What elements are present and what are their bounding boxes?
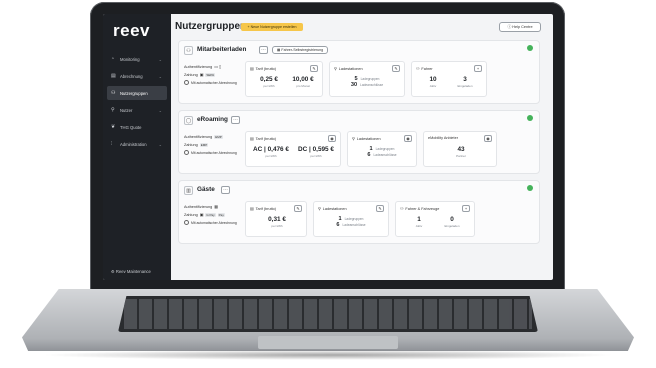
card-icon: ▭ ▯: [214, 65, 222, 69]
laptop-shadow: [40, 350, 616, 360]
add-driver-button[interactable]: +: [462, 205, 470, 212]
tarif-panel: ▤ Tarif (brutto) ◉ AC | 0,476 € per kWh DC…: [245, 131, 341, 167]
receipt-icon: ▤: [111, 73, 116, 79]
edit-stations-button[interactable]: ✎: [392, 65, 400, 72]
edit-stations-button[interactable]: ✎: [376, 205, 384, 212]
page-title: Nutzergruppen: [175, 21, 247, 32]
sidebar-item-label: Nutzer: [120, 107, 133, 113]
wallet-icon: ▣: [199, 213, 204, 217]
tarif-panel: ▤ Tarif (brutto) ✎ 0,31 € per kWh: [245, 201, 307, 237]
auto-billing-icon: [184, 220, 189, 225]
auth-info: Authentifizierung ▭ ▯ Zahlung ▣ SEPA Mit au…: [184, 65, 237, 85]
auto-billing-icon: [184, 80, 189, 85]
group-icon: ⚇: [184, 46, 193, 55]
drivers-panel: ⚇ Fahrer & Fahrzeuge + 1 Aktiv 0 Eingeladen: [395, 201, 475, 237]
payment-badge: SEPA: [205, 73, 216, 77]
status-indicator: [527, 115, 533, 121]
location-pin-icon: ⚲: [352, 137, 355, 141]
sidebar-item-monitoring[interactable]: ◔ Monitoring ⌄: [107, 52, 167, 66]
tariff-icon: ▤: [250, 67, 254, 71]
tariff-icon: ▤: [250, 207, 254, 211]
more-options-button[interactable]: …: [259, 46, 268, 54]
view-stations-button[interactable]: ◉: [404, 135, 412, 142]
edit-tarif-button[interactable]: ✎: [294, 205, 302, 212]
stations-panel: ⚲ Ladestationen ◉ 1 Ladegruppen 6 Ladeansch…: [347, 131, 417, 167]
apple-pay-badge: Pay: [217, 213, 225, 217]
auto-billing-icon: [184, 150, 189, 155]
google-pay-badge: G Pay: [205, 213, 216, 217]
view-tarif-button[interactable]: ◉: [328, 135, 336, 142]
main-content: Nutzergruppen + Neue Nutzergruppe erstel…: [171, 14, 553, 280]
user-icon: ⚲: [111, 107, 115, 113]
payment-badge: EMP: [199, 143, 209, 147]
wallet-icon: ▣: [199, 73, 204, 77]
laptop-screen: reev ◔ Monitoring ⌄ ▤ Abrechnung ⌄ ⚇ Nut…: [103, 14, 553, 280]
leaf-icon: ❦: [111, 124, 116, 130]
sidebar-item-administration[interactable]: ⫶ Administration ⌄: [107, 137, 167, 151]
sidebar-footer[interactable]: ⚙ Reev Maintenance: [111, 269, 151, 274]
laptop-keyboard: [118, 296, 538, 332]
reev-logo[interactable]: reev: [113, 21, 150, 41]
auth-badge: EMP: [214, 135, 223, 139]
sidebar-item-label: Administration: [120, 141, 147, 147]
gauge-icon: ◔: [111, 56, 115, 62]
location-pin-icon: ⚲: [318, 207, 321, 211]
group-name: eRoaming: [197, 116, 228, 123]
sidebar-item-thg-quote[interactable]: ❦ THG Quote: [107, 120, 167, 134]
stations-panel: ⚲ Ladestationen ✎ 5 Ladegruppen 30 Ladeansc…: [329, 61, 405, 97]
status-indicator: [527, 185, 533, 191]
chevron-down-icon: ⌄: [158, 73, 162, 79]
chevron-down-icon: ⌄: [158, 56, 162, 62]
tarif-panel: ▤ Tarif (brutto) ✎ 0,25 € per kWh 10,00 € p…: [245, 61, 323, 97]
laptop-trackpad: [258, 336, 398, 349]
emobility-panel: eMobility Anbieter ◉ 43 Partner: [423, 131, 497, 167]
edit-tarif-button[interactable]: ✎: [310, 65, 318, 72]
more-options-button[interactable]: …: [221, 186, 230, 194]
location-pin-icon: ⚲: [334, 67, 337, 71]
sliders-icon: ⫶: [111, 141, 113, 147]
chevron-down-icon: ⌄: [158, 107, 162, 113]
users-icon: ⚇: [111, 90, 116, 96]
car-icon: ⚇: [400, 207, 404, 211]
view-partners-button[interactable]: ◉: [484, 135, 492, 142]
group-icon: ▥: [184, 186, 193, 195]
auth-info: Authentifizierung ▦ Zahlung ▣ G Pay Pay Mit …: [184, 205, 237, 225]
group-card-mitarbeiterladen: ⚇ Mitarbeiterladen … ▦ Fahrer-Selbstregi…: [178, 40, 540, 104]
group-icon: ◯: [184, 116, 193, 125]
users-icon: ⚇: [416, 67, 420, 71]
help-centre-button[interactable]: ⓘ Help Centre: [499, 22, 541, 32]
stations-panel: ⚲ Ladestationen ✎ 1 Ladegruppen 6 Ladeansch…: [313, 201, 389, 237]
qr-icon: ▦: [214, 205, 218, 209]
sidebar-item-label: Nutzergruppen: [120, 90, 148, 96]
sidebar-item-label: THG Quote: [120, 124, 142, 130]
group-name: Gäste: [197, 186, 215, 193]
sidebar-item-label: Monitoring: [120, 56, 140, 62]
add-driver-button[interactable]: +: [474, 65, 482, 72]
group-card-gaeste: ▥ Gäste … Authentifizierung ▦ Zahlung ▣ G P…: [178, 180, 540, 244]
auth-info: Authentifizierung EMP Zahlung EMP Mit auto…: [184, 135, 237, 155]
group-name: Mitarbeiterladen: [197, 46, 247, 53]
sidebar: reev ◔ Monitoring ⌄ ▤ Abrechnung ⌄ ⚇ Nut…: [103, 14, 171, 280]
self-registration-chip[interactable]: ▦ Fahrer-Selbstregistrierung: [272, 46, 329, 54]
status-indicator: [527, 45, 533, 51]
sidebar-item-nutzergruppen[interactable]: ⚇ Nutzergruppen: [107, 86, 167, 100]
sidebar-nav: ◔ Monitoring ⌄ ▤ Abrechnung ⌄ ⚇ Nutzergr…: [103, 49, 171, 154]
sidebar-item-nutzer[interactable]: ⚲ Nutzer ⌄: [107, 103, 167, 117]
create-group-button[interactable]: + Neue Nutzergruppe erstellen: [241, 23, 303, 31]
tariff-icon: ▤: [250, 137, 254, 141]
group-card-eroaming: ◯ eRoaming … Authentifizierung EMP Zahlun…: [178, 110, 540, 174]
sidebar-item-label: Abrechnung: [120, 73, 143, 79]
drivers-panel: ⚇ Fahrer + 10 Aktiv 3 Eingeladen: [411, 61, 487, 97]
sidebar-item-abrechnung[interactable]: ▤ Abrechnung ⌄: [107, 69, 167, 83]
more-options-button[interactable]: …: [231, 116, 240, 124]
chevron-down-icon: ⌄: [158, 141, 162, 147]
